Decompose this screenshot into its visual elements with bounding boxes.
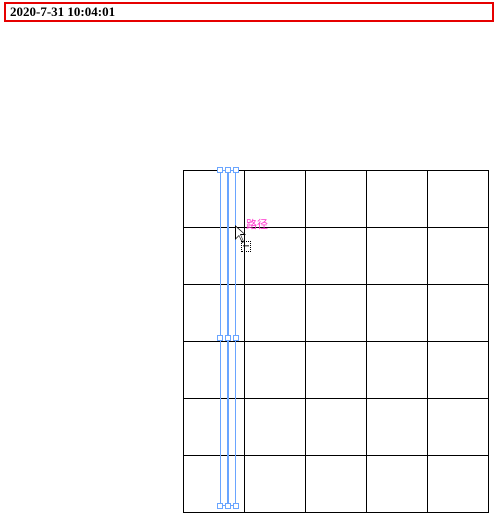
grid-cell[interactable] [428, 456, 489, 513]
cursor-arrow-icon [235, 225, 251, 245]
selection-rect [220, 170, 228, 506]
selection-handle[interactable] [217, 335, 223, 341]
selection-handle[interactable] [225, 167, 231, 173]
selection-handle[interactable] [217, 503, 223, 509]
selection-handle[interactable] [225, 335, 231, 341]
selection-handle[interactable] [217, 167, 223, 173]
selection-handle[interactable] [233, 335, 239, 341]
grid-cell[interactable] [306, 456, 367, 513]
grid-cell[interactable] [428, 285, 489, 342]
grid-cell[interactable] [306, 399, 367, 456]
grid-cell[interactable] [184, 171, 245, 228]
grid-cell[interactable] [245, 171, 306, 228]
grid-cell[interactable] [245, 285, 306, 342]
editor-canvas[interactable]: 路径 ⋯ [0, 0, 500, 528]
grid-cell[interactable] [184, 456, 245, 513]
grid-cell[interactable] [367, 228, 428, 285]
grid-cell[interactable] [306, 285, 367, 342]
grid-cell[interactable] [184, 228, 245, 285]
selection-handle[interactable] [233, 503, 239, 509]
grid-cell[interactable] [428, 171, 489, 228]
selection-handle[interactable] [233, 167, 239, 173]
path-tooltip: 路径 [246, 216, 268, 232]
grid-object[interactable] [183, 170, 489, 513]
grid-cell[interactable] [367, 399, 428, 456]
grid-cell[interactable] [245, 228, 306, 285]
grid-cell[interactable] [367, 285, 428, 342]
grid-cell[interactable] [428, 399, 489, 456]
selection-handle[interactable] [225, 503, 231, 509]
grid-cell[interactable] [306, 342, 367, 399]
grid-cell[interactable] [428, 342, 489, 399]
grid-cell[interactable] [306, 171, 367, 228]
grid-cell[interactable] [367, 171, 428, 228]
timestamp-text: 2020-7-31 10:04:01 [10, 4, 115, 20]
grid-cell[interactable] [245, 456, 306, 513]
timestamp-bar: 2020-7-31 10:04:01 [4, 2, 494, 22]
selection-rect [228, 170, 236, 506]
cursor-mode-icon: ⋯ [241, 241, 251, 252]
grid-cell[interactable] [428, 228, 489, 285]
grid-cell[interactable] [245, 342, 306, 399]
grid-cell[interactable] [184, 399, 245, 456]
grid-cell[interactable] [184, 285, 245, 342]
grid-cell[interactable] [245, 399, 306, 456]
grid-cell[interactable] [367, 342, 428, 399]
grid-cell[interactable] [367, 456, 428, 513]
grid-cell[interactable] [306, 228, 367, 285]
grid-cell[interactable] [184, 342, 245, 399]
